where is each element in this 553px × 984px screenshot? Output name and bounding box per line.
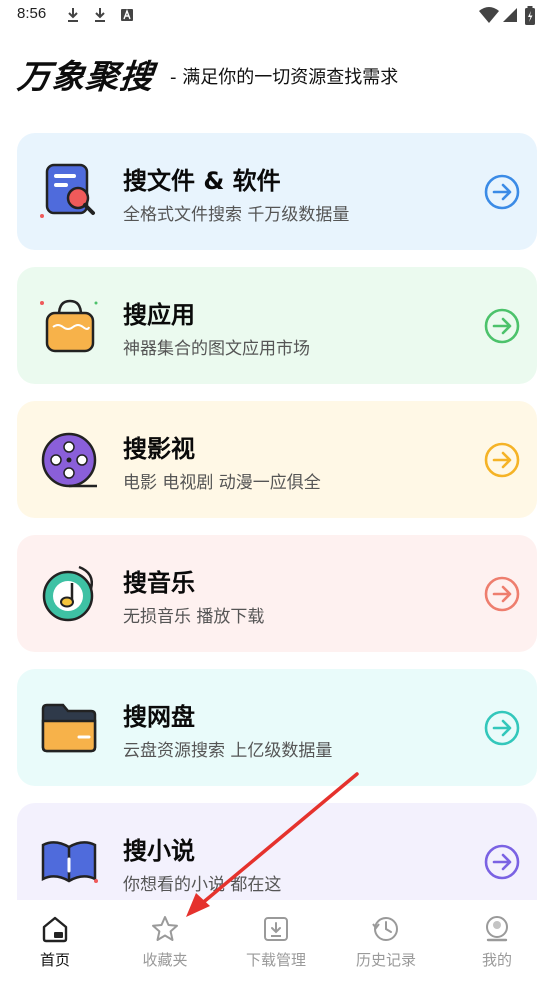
search-files-card[interactable]: 搜文件 & 软件 全格式文件搜索 千万级数据量 [17, 133, 537, 250]
card-subtitle: 全格式文件搜索 千万级数据量 [123, 205, 350, 225]
nav-label: 我的 [481, 951, 512, 969]
wifi-icon [479, 7, 499, 23]
home-icon [42, 916, 68, 943]
card-subtitle: 神器集合的图文应用市场 [123, 339, 310, 359]
star-icon [152, 916, 178, 941]
search-music-card[interactable]: 搜音乐 无损音乐 播放下载 [17, 535, 537, 652]
card-title: 搜小说 [123, 837, 195, 865]
card-subtitle: 你想看的小说 都在这 [123, 875, 282, 895]
nav-label: 历史记录 [355, 951, 416, 969]
document-search-icon [40, 163, 95, 218]
search-cloud-drive-card[interactable]: 搜网盘 云盘资源搜索 上亿级数据量 [17, 669, 537, 786]
search-apps-card[interactable]: 搜应用 神器集合的图文应用市场 [17, 267, 537, 384]
download-notification-icon [68, 8, 78, 22]
card-subtitle: 云盘资源搜索 上亿级数据量 [123, 741, 333, 761]
shopping-bag-icon [40, 299, 98, 353]
history-icon [372, 917, 398, 941]
signal-icon [503, 8, 517, 22]
status-time: 8:56 [17, 5, 47, 22]
nav-label: 下载管理 [245, 951, 306, 969]
card-subtitle: 电影 电视剧 动漫一应俱全 [123, 473, 321, 493]
nav-home[interactable]: 首页 [10, 914, 100, 970]
card-title: 搜音乐 [123, 569, 195, 597]
arrow-right-circle-icon[interactable] [483, 307, 521, 345]
arrow-right-circle-icon[interactable] [483, 709, 521, 747]
nav-label: 首页 [39, 951, 70, 969]
app-notification-icon [121, 9, 133, 21]
arrow-right-circle-icon[interactable] [483, 575, 521, 613]
music-note-icon [42, 565, 94, 622]
search-videos-card[interactable]: 搜影视 电影 电视剧 动漫一应俱全 [17, 401, 537, 518]
download-notification-icon [95, 8, 105, 22]
arrow-right-circle-icon[interactable] [483, 843, 521, 881]
card-title: 搜网盘 [123, 703, 195, 731]
nav-favorites[interactable]: 收藏夹 [120, 914, 210, 970]
status-bar: 8:56 [0, 0, 553, 32]
nav-label: 收藏夹 [142, 951, 188, 969]
open-book-icon [41, 841, 98, 883]
download-icon [264, 917, 288, 941]
card-title: 搜影视 [123, 435, 195, 463]
app-brand-logo: 万象聚搜 [15, 57, 156, 96]
film-reel-icon [41, 432, 97, 488]
nav-profile[interactable]: 我的 [452, 914, 542, 970]
card-title: 搜应用 [123, 301, 195, 329]
card-subtitle: 无损音乐 播放下载 [123, 607, 265, 627]
nav-history[interactable]: 历史记录 [341, 914, 431, 970]
battery-icon [525, 6, 535, 25]
folder-icon [41, 703, 97, 753]
arrow-right-circle-icon[interactable] [483, 173, 521, 211]
app-slogan: - 满足你的一切资源查找需求 [170, 67, 399, 88]
card-title: 搜文件 & 软件 [123, 167, 281, 195]
arrow-right-circle-icon[interactable] [483, 441, 521, 479]
profile-icon [486, 916, 508, 942]
nav-downloads[interactable]: 下载管理 [231, 914, 321, 970]
bottom-nav: 首页 收藏夹 下载管理 历史记录 我的 [0, 900, 553, 984]
